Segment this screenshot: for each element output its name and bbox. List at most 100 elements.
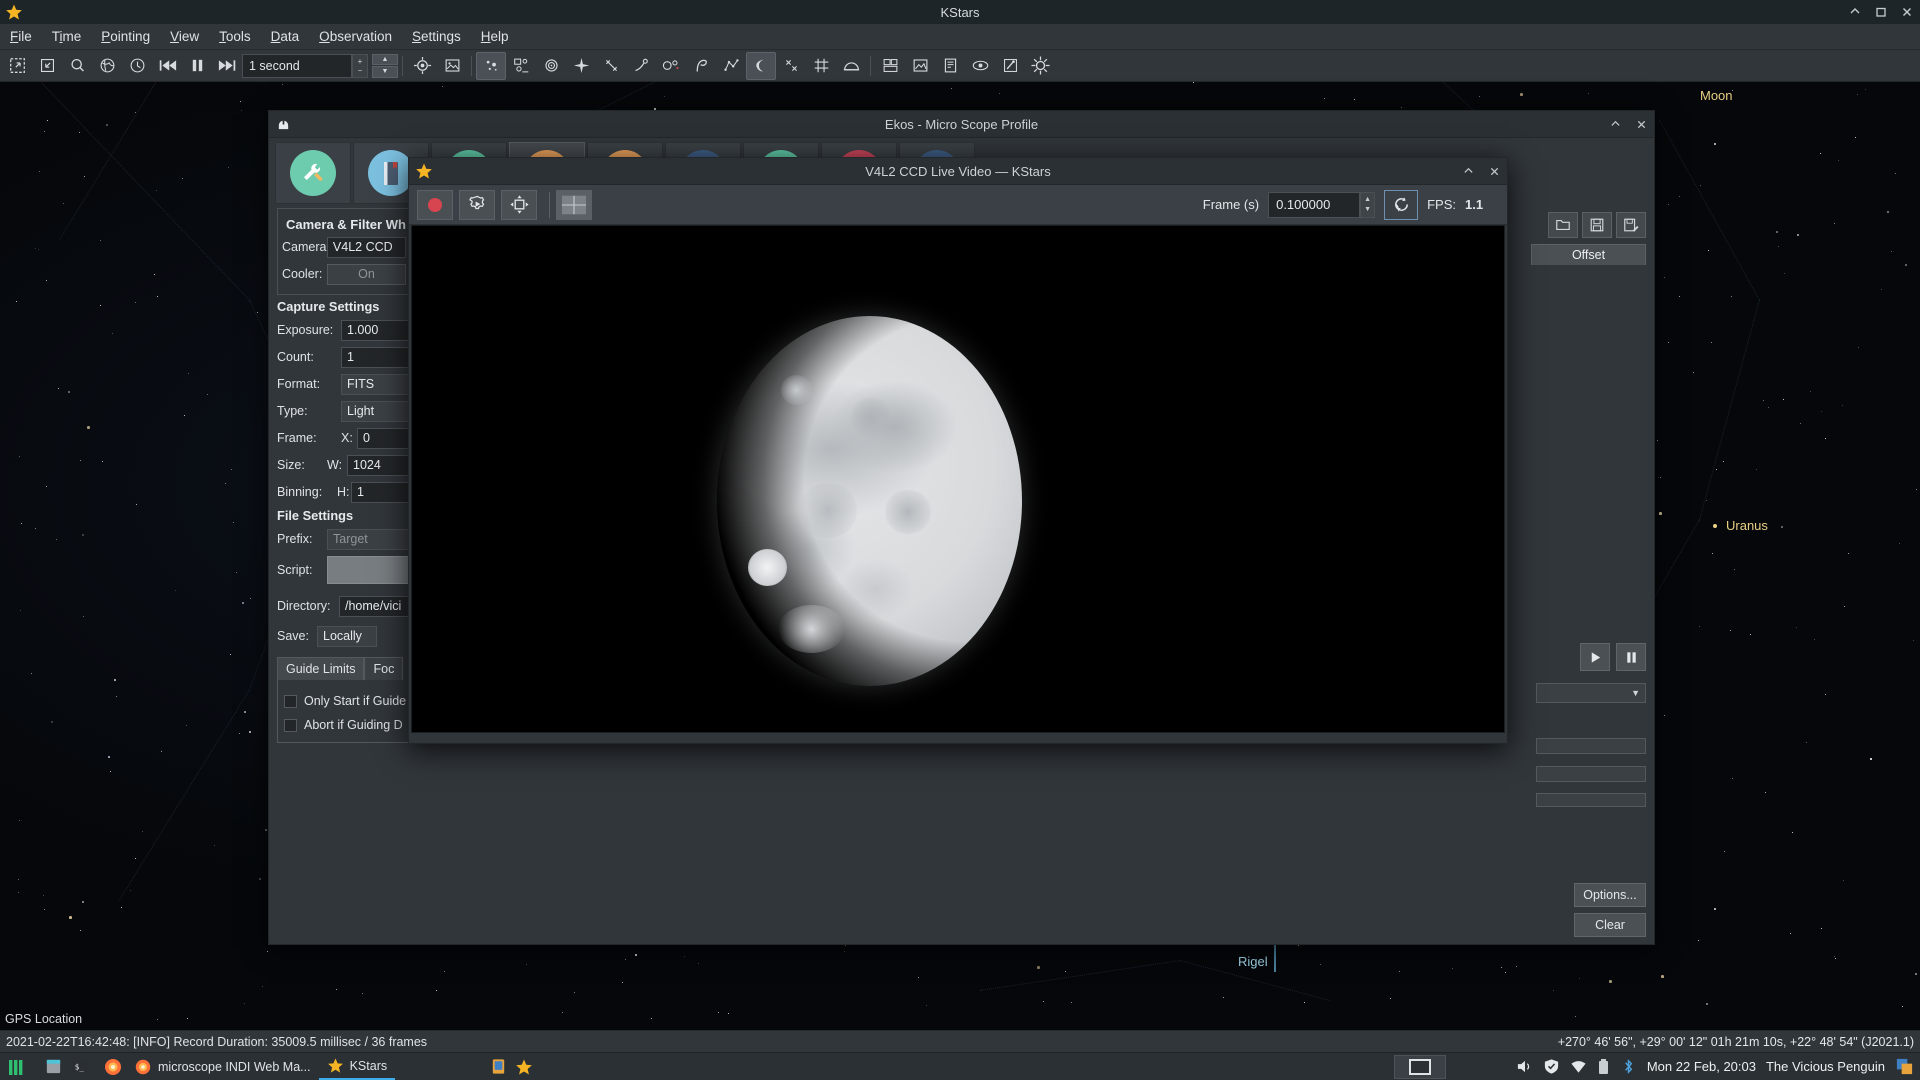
minimize-icon[interactable] xyxy=(1461,164,1475,178)
task-indi-web-manager[interactable]: microscope INDI Web Ma... xyxy=(126,1054,319,1080)
observing-list-icon[interactable] xyxy=(935,52,965,80)
clear-button[interactable]: Clear xyxy=(1574,913,1646,937)
taskbar[interactable]: $_ microscope INDI Web Ma... KStars Mon … xyxy=(0,1052,1920,1080)
save-as-icon[interactable] xyxy=(1616,212,1646,238)
menu-observation[interactable]: Observation xyxy=(309,26,402,47)
sidebar-item-setup[interactable] xyxy=(275,142,351,204)
equatorial-grid-icon[interactable] xyxy=(806,52,836,80)
only-start-if-guide-checkbox[interactable] xyxy=(284,694,297,708)
user-name[interactable]: The Vicious Penguin xyxy=(1766,1059,1885,1074)
terminal-icon[interactable]: $_ xyxy=(66,1054,92,1080)
clear-button-wrap[interactable]: Clear xyxy=(1574,913,1646,937)
clock-icon[interactable] xyxy=(122,52,152,80)
resize-frame-icon[interactable] xyxy=(501,189,537,220)
pager-icon[interactable] xyxy=(1393,1054,1446,1079)
menu-data[interactable]: Data xyxy=(261,26,310,47)
format-select[interactable]: FITS xyxy=(341,373,409,395)
clipboard-icon[interactable] xyxy=(1895,1057,1914,1076)
options-button[interactable]: Options... xyxy=(1574,883,1646,907)
volume-icon[interactable] xyxy=(1516,1058,1533,1075)
files-icon[interactable] xyxy=(40,1054,66,1080)
task-kstars[interactable]: KStars xyxy=(318,1054,396,1080)
refresh-icon[interactable] xyxy=(1384,189,1419,220)
script-input[interactable] xyxy=(327,556,409,584)
telescope-icon[interactable] xyxy=(995,52,1025,80)
abort-if-guiding-checkbox[interactable] xyxy=(284,718,297,732)
app-menu-icon[interactable] xyxy=(4,1054,30,1080)
shrink-icon[interactable] xyxy=(32,52,62,80)
deepsky-icon[interactable] xyxy=(506,52,536,80)
target-icon[interactable] xyxy=(407,52,437,80)
frame-seconds-spinner[interactable]: ▲ ▼ xyxy=(1360,191,1376,218)
time-step-field[interactable]: 1 second xyxy=(242,53,352,78)
limits-tab-strip[interactable]: Guide Limits Foc xyxy=(277,657,411,680)
bluetooth-icon[interactable] xyxy=(1620,1058,1637,1075)
milkyway-icon[interactable] xyxy=(686,52,716,80)
frame-x-input[interactable]: 0 xyxy=(357,427,409,449)
live-video-canvas[interactable] xyxy=(411,225,1505,733)
abort-if-guiding-row[interactable]: Abort if Guiding D xyxy=(284,718,404,732)
image-icon[interactable] xyxy=(437,52,467,80)
horizon-icon[interactable] xyxy=(836,52,866,80)
transport-controls[interactable] xyxy=(1580,643,1646,671)
close-icon[interactable] xyxy=(1487,164,1501,178)
shield-icon[interactable] xyxy=(1543,1058,1560,1075)
open-folder-icon[interactable] xyxy=(1548,212,1578,238)
time-step-spinner[interactable]: + − xyxy=(352,53,368,78)
comet-icon[interactable] xyxy=(626,52,656,80)
constellation-art-icon[interactable] xyxy=(746,51,776,80)
tab-guide-limits[interactable]: Guide Limits xyxy=(277,657,365,680)
v4l2-window[interactable]: V4L2 CCD Live Video — KStars Frame (s) 0… xyxy=(408,157,1508,744)
exposure-input[interactable]: 1.000 xyxy=(341,319,409,341)
constellation-lines-icon[interactable] xyxy=(716,52,746,80)
kstars-window-controls[interactable] xyxy=(1848,5,1914,19)
asteroid-icon[interactable] xyxy=(656,52,686,80)
save-select[interactable]: Locally xyxy=(317,625,377,647)
menu-help[interactable]: Help xyxy=(471,26,519,47)
clock[interactable]: Mon 22 Feb, 20:03 xyxy=(1647,1059,1756,1074)
v4l2-frame-controls[interactable]: Frame (s) 0.100000 ▲ ▼ FPS: 1.1 xyxy=(1203,189,1499,220)
flags-icon[interactable] xyxy=(875,52,905,80)
menubar[interactable]: File Time Pointing View Tools Data Obser… xyxy=(0,24,1920,50)
system-tray[interactable]: Mon 22 Feb, 20:03 The Vicious Penguin xyxy=(1384,1054,1920,1079)
fits-viewer-icon[interactable] xyxy=(905,52,935,80)
firefox-icon[interactable] xyxy=(100,1054,126,1080)
menu-file[interactable]: File xyxy=(0,26,42,47)
close-icon[interactable] xyxy=(1900,5,1914,19)
wifi-icon[interactable] xyxy=(1570,1058,1587,1075)
file-action-buttons[interactable] xyxy=(1531,212,1646,238)
satellite-icon[interactable] xyxy=(596,52,626,80)
phone-icon[interactable] xyxy=(485,1054,511,1080)
search-icon[interactable] xyxy=(62,52,92,80)
minimize-icon[interactable] xyxy=(1848,5,1862,19)
maximize-icon[interactable] xyxy=(1874,5,1888,19)
battery-icon[interactable] xyxy=(1597,1058,1610,1076)
v4l2-window-controls[interactable] xyxy=(1461,164,1501,178)
stars-icon[interactable] xyxy=(476,51,506,80)
count-input[interactable]: 1 xyxy=(341,346,409,368)
supernova-icon[interactable] xyxy=(566,52,596,80)
camera-settings-icon[interactable] xyxy=(459,189,495,220)
minimize-icon[interactable] xyxy=(1608,117,1622,131)
offset-tab[interactable]: Offset xyxy=(1531,244,1646,265)
binning-h-input[interactable]: 1 xyxy=(351,481,409,503)
v4l2-toolbar[interactable]: Frame (s) 0.100000 ▲ ▼ FPS: 1.1 xyxy=(409,185,1507,225)
pause-icon[interactable] xyxy=(1616,643,1646,671)
type-select[interactable]: Light xyxy=(341,400,409,422)
meteor-icon[interactable] xyxy=(776,52,806,80)
menu-pointing[interactable]: Pointing xyxy=(91,26,160,47)
tab-focus-limits[interactable]: Foc xyxy=(364,657,404,680)
size-w-input[interactable]: 1024 xyxy=(347,454,409,476)
time-step-slider[interactable]: ▲ ▼ xyxy=(372,53,398,78)
planets-icon[interactable] xyxy=(536,52,566,80)
step-backward-icon[interactable] xyxy=(152,52,182,80)
save-icon[interactable] xyxy=(1582,212,1612,238)
step-forward-icon[interactable] xyxy=(212,52,242,80)
menu-view[interactable]: View xyxy=(160,26,209,47)
frame-seconds-input[interactable]: 0.100000 xyxy=(1268,191,1361,218)
menu-tools[interactable]: Tools xyxy=(209,26,261,47)
play-icon[interactable] xyxy=(1580,643,1610,671)
kstars-star-icon[interactable] xyxy=(511,1054,537,1080)
prefix-input[interactable]: Target xyxy=(327,528,409,550)
pause-icon[interactable] xyxy=(182,52,212,80)
